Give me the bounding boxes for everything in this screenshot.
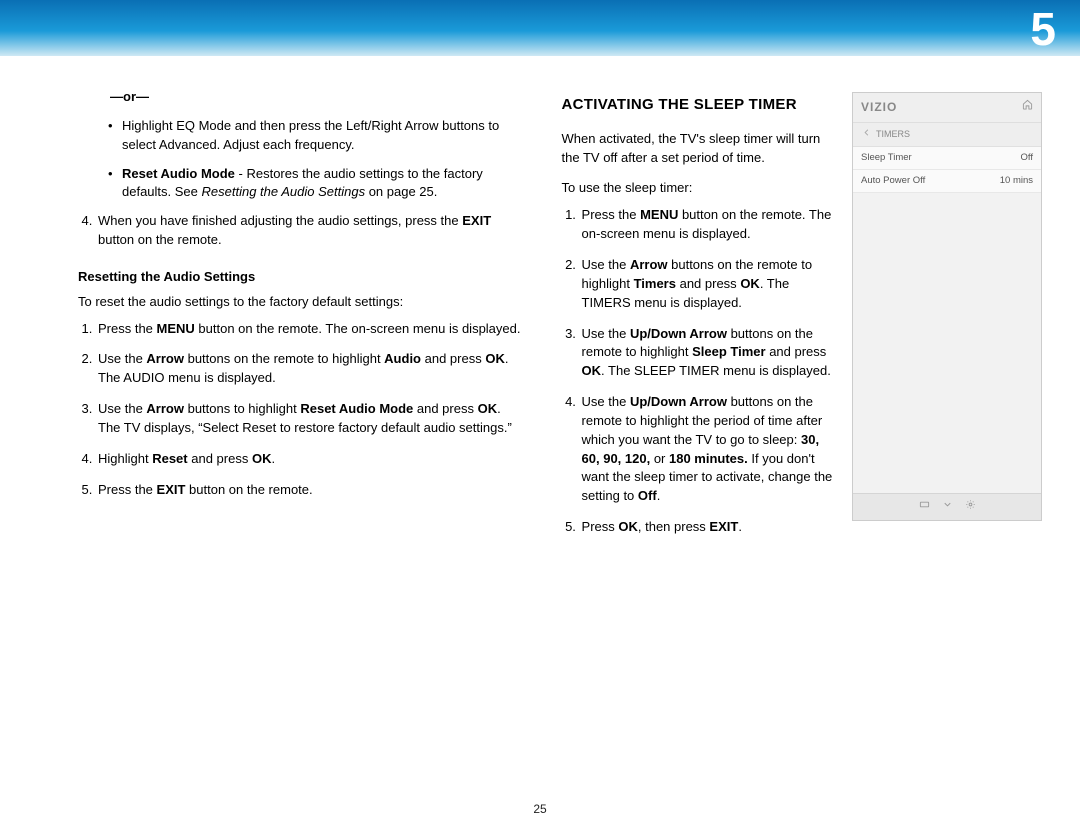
- text: Press: [582, 519, 619, 534]
- bold: OK: [740, 276, 760, 291]
- bold: OK: [582, 363, 602, 378]
- text: When you have finished adjusting the aud…: [98, 213, 462, 228]
- text: or: [650, 451, 669, 466]
- bold: Reset Audio Mode: [300, 401, 413, 416]
- tv-row-value: 10 mins: [1000, 174, 1033, 188]
- bold: EXIT: [709, 519, 738, 534]
- text: .: [271, 451, 275, 466]
- reset-step-2: Use the Arrow buttons on the remote to h…: [96, 350, 522, 388]
- page-footer-number: 25: [0, 802, 1080, 816]
- bold: Reset Audio Mode: [122, 166, 235, 181]
- tv-row-value: Off: [1021, 151, 1034, 165]
- reset-step-1: Press the MENU button on the remote. The…: [96, 320, 522, 339]
- text: Press the: [98, 321, 157, 336]
- tv-menu-screenshot: VIZIO TIMERS Sleep Timer Off Auto Power …: [852, 92, 1042, 521]
- text: , then press: [638, 519, 710, 534]
- reset-step-3: Use the Arrow buttons to highlight Reset…: [96, 400, 522, 438]
- bold: OK: [252, 451, 272, 466]
- text: Use the: [582, 394, 630, 409]
- text: buttons on the remote to highlight: [184, 351, 384, 366]
- text: . The SLEEP TIMER menu is displayed.: [601, 363, 831, 378]
- text: Press the: [98, 482, 157, 497]
- tv-logo: VIZIO: [861, 99, 897, 116]
- bold: OK: [618, 519, 638, 534]
- text: on page 25.: [365, 184, 437, 199]
- bold: Up/Down Arrow: [630, 394, 727, 409]
- right-column: ACTIVATING THE SLEEP TIMER When activate…: [562, 88, 1042, 549]
- bold: Up/Down Arrow: [630, 326, 727, 341]
- bold: Audio: [384, 351, 421, 366]
- home-icon: [1022, 99, 1033, 116]
- bold: Arrow: [630, 257, 668, 272]
- tv-row-sleep-timer: Sleep Timer Off: [853, 147, 1041, 170]
- heading-sleep-timer: ACTIVATING THE SLEEP TIMER: [562, 94, 834, 116]
- gear-icon: [965, 499, 976, 516]
- bold: 180 minutes.: [669, 451, 748, 466]
- left-column: —or— Highlight EQ Mode and then press th…: [78, 88, 522, 549]
- tv-header: VIZIO: [853, 93, 1041, 123]
- tv-footer-icons: [853, 493, 1041, 521]
- back-icon: [861, 127, 872, 142]
- reset-step-4: Highlight Reset and press OK.: [96, 450, 522, 469]
- sleep-intro: When activated, the TV's sleep timer wil…: [562, 130, 834, 168]
- left-step-4: When you have finished adjusting the aud…: [96, 212, 522, 250]
- bold: OK: [478, 401, 498, 416]
- text: and press: [188, 451, 252, 466]
- text: Press the: [582, 207, 641, 222]
- bold: Off: [638, 488, 657, 503]
- subheading-reset-audio: Resetting the Audio Settings: [78, 268, 522, 287]
- text: and press: [421, 351, 485, 366]
- bold: MENU: [640, 207, 678, 222]
- content-columns: —or— Highlight EQ Mode and then press th…: [0, 56, 1080, 549]
- tv-row-auto-power-off: Auto Power Off 10 mins: [853, 170, 1041, 193]
- tv-empty-area: [853, 193, 1041, 493]
- bullet-reset-audio: Reset Audio Mode - Restores the audio se…: [108, 165, 522, 203]
- text: button on the remote.: [98, 232, 222, 247]
- bold: Arrow: [146, 401, 184, 416]
- banner: 5: [0, 0, 1080, 56]
- bold: Reset: [152, 451, 187, 466]
- text: and press: [413, 401, 477, 416]
- text: button on the remote. The on-screen menu…: [195, 321, 521, 336]
- text: .: [738, 519, 742, 534]
- bold: Timers: [634, 276, 676, 291]
- text: .: [657, 488, 661, 503]
- sleep-step-2: Use the Arrow buttons on the remote to h…: [580, 256, 834, 313]
- bullet-eq-mode: Highlight EQ Mode and then press the Lef…: [108, 117, 522, 155]
- bold: EXIT: [462, 213, 491, 228]
- text: buttons to highlight: [184, 401, 300, 416]
- chevron-down-icon: [942, 499, 953, 516]
- tv-breadcrumb: TIMERS: [853, 123, 1041, 147]
- text: Use the: [98, 401, 146, 416]
- sleep-lead: To use the sleep timer:: [562, 179, 834, 198]
- text: Highlight: [98, 451, 152, 466]
- sleep-step-1: Press the MENU button on the remote. The…: [580, 206, 834, 244]
- bold: OK: [485, 351, 505, 366]
- sleep-step-4: Use the Up/Down Arrow buttons on the rem…: [580, 393, 834, 506]
- reset-step-5: Press the EXIT button on the remote.: [96, 481, 522, 500]
- text: button on the remote.: [185, 482, 312, 497]
- tv-row-label: Auto Power Off: [861, 174, 925, 188]
- italic: Resetting the Audio Settings: [202, 184, 366, 199]
- text: and press: [676, 276, 740, 291]
- tv-row-label: Sleep Timer: [861, 151, 912, 165]
- sleep-step-3: Use the Up/Down Arrow buttons on the rem…: [580, 325, 834, 382]
- sleep-step-5: Press OK, then press EXIT.: [580, 518, 834, 537]
- wide-icon: [919, 499, 930, 516]
- bold: Arrow: [146, 351, 184, 366]
- bold: EXIT: [157, 482, 186, 497]
- text: and press: [766, 344, 827, 359]
- or-separator: —or—: [110, 88, 522, 107]
- text: Use the: [582, 257, 630, 272]
- right-text-block: ACTIVATING THE SLEEP TIMER When activate…: [562, 88, 834, 549]
- subheading-intro: To reset the audio settings to the facto…: [78, 293, 522, 312]
- text: Use the: [582, 326, 630, 341]
- tv-crumb-label: TIMERS: [876, 128, 910, 141]
- bold: Sleep Timer: [692, 344, 765, 359]
- page-header-number: 5: [1030, 2, 1056, 56]
- bold: MENU: [157, 321, 195, 336]
- text: Use the: [98, 351, 146, 366]
